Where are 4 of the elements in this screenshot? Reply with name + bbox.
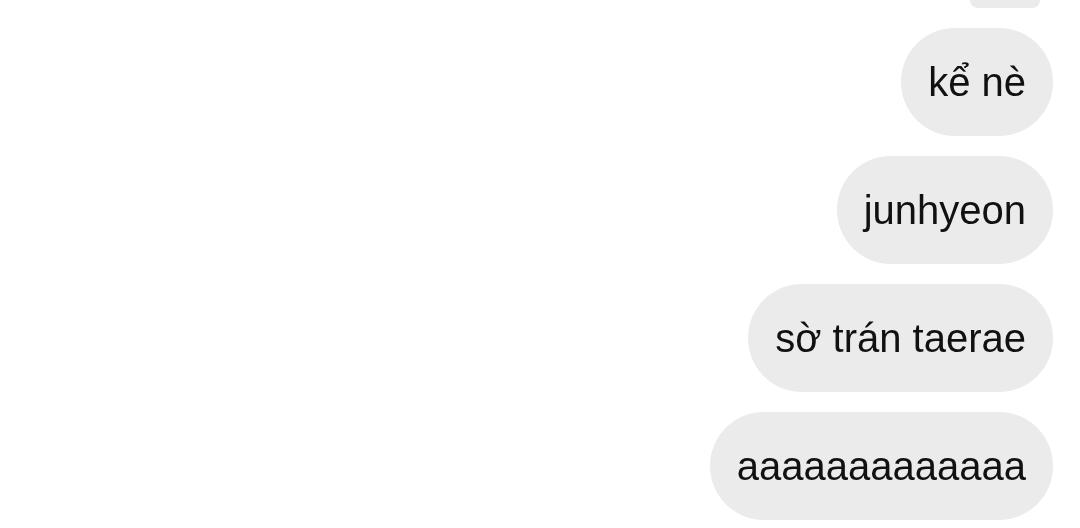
message-bubble: junhyeon bbox=[836, 156, 1053, 264]
message-bubble: aaaaaaaaaaaaa bbox=[709, 412, 1053, 520]
message-bubble: sờ trán taerae bbox=[748, 284, 1053, 392]
message-bubble: kể nè bbox=[901, 28, 1053, 136]
